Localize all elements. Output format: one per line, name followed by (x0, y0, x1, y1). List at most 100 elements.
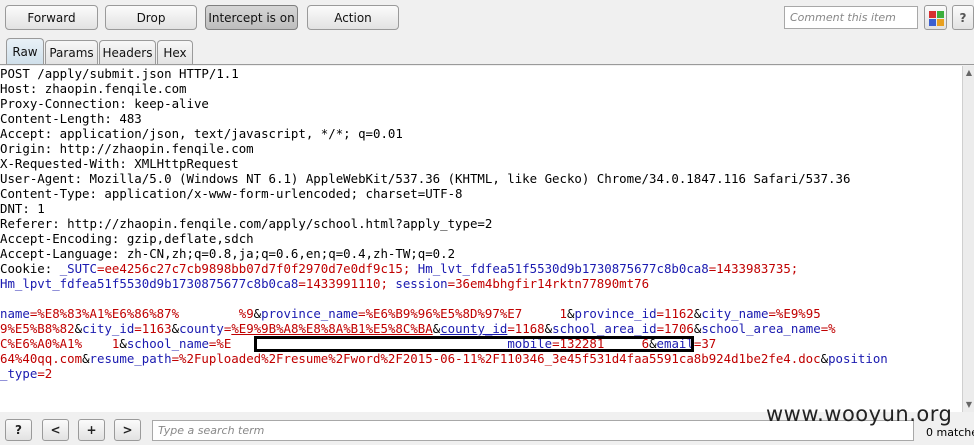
request-token: & (74, 321, 83, 336)
orange-swatch-icon (937, 19, 944, 26)
request-line: Accept: application/json, text/javascrip… (0, 126, 403, 141)
vertical-scrollbar[interactable]: ▲ ▼ (962, 66, 974, 412)
request-line: Origin: http://zhaopin.fenqile.com (0, 141, 254, 156)
request-token: =ee4256c27c7cb9898bb07d7f0f2970d7e0df9c1… (97, 261, 418, 276)
request-token: =%E6%B9%96%E5%8D%97%E7 (358, 306, 523, 321)
request-token: school_area_name (701, 321, 821, 336)
request-token: session (395, 276, 448, 291)
request-token: =36em4bhgfir14rktn77890mt76 (447, 276, 650, 291)
red-swatch-icon (929, 11, 936, 18)
request-line: Proxy-Connection: keep-alive (0, 96, 209, 111)
tab-raw[interactable]: Raw (6, 38, 44, 65)
scroll-down-icon[interactable]: ▼ (964, 400, 974, 410)
request-line: Cookie: _SUTC=ee4256c27c7cb9898bb07d7f0f… (0, 261, 798, 276)
request-line: _type=2 (0, 366, 52, 381)
request-token: county_id (440, 321, 508, 336)
request-line: 9%E5%B8%82&city_id=1163&county=%E9%9B%A8… (0, 321, 836, 336)
request-line: Host: zhaopin.fenqile.com (0, 81, 187, 96)
request-token: name (0, 306, 30, 321)
request-token: Hm_lpvt_fdfea51f5530d9b1730875677c8b0ca8 (0, 276, 299, 291)
request-token: =%E (208, 336, 232, 351)
highlight-color-button[interactable] (924, 5, 947, 30)
request-token: Cookie: (0, 261, 60, 276)
intercept-toggle-button[interactable]: Intercept is on (205, 5, 298, 30)
request-line: Accept-Encoding: gzip,deflate,sdch (0, 231, 254, 246)
request-token (522, 306, 559, 321)
blue-swatch-icon (929, 19, 936, 26)
watermark: www.wooyun.org (766, 402, 953, 426)
request-token: & (820, 351, 829, 366)
help-button[interactable]: ? (952, 5, 974, 30)
scroll-up-icon[interactable]: ▲ (964, 68, 974, 78)
tab-hex[interactable]: Hex (157, 40, 193, 64)
request-token: Origin: http://zhaopin.fenqile.com (0, 141, 254, 156)
forward-button[interactable]: Forward (5, 5, 98, 30)
request-token: school_name (126, 336, 209, 351)
request-token: & (253, 306, 262, 321)
request-token: POST /apply/submit.json HTTP/1.1 (0, 66, 239, 81)
proxy-toolbar: Forward Drop Intercept is on Action Comm… (0, 0, 974, 36)
request-token: 9%E5%B8%82 (0, 321, 75, 336)
request-line: X-Requested-With: XMLHttpRequest (0, 156, 239, 171)
request-line: User-Agent: Mozilla/5.0 (Windows NT 6.1)… (0, 171, 850, 186)
action-button[interactable]: Action (307, 5, 399, 30)
request-token: C%E6%A0%A1% (0, 336, 83, 351)
request-token: =1163 (134, 321, 172, 336)
request-token: province_id (574, 306, 657, 321)
request-token: 64%40qq.com (0, 351, 83, 366)
raw-request-editor[interactable]: POST /apply/submit.json HTTP/1.1 Host: zh… (0, 66, 962, 412)
request-token: =%E9%95 (768, 306, 821, 321)
request-token: =1433991110; (298, 276, 396, 291)
request-token: =1433983735; (708, 261, 799, 276)
search-help-button[interactable]: ? (5, 419, 32, 441)
request-line: 64%40qq.com&resume_path=%2Fuploaded%2Fre… (0, 351, 888, 366)
request-line: DNT: 1 (0, 201, 45, 216)
tab-headers[interactable]: Headers (99, 40, 156, 64)
request-token: & (119, 336, 127, 351)
redaction-box (254, 336, 694, 352)
search-add-button[interactable]: + (78, 419, 105, 441)
request-line: Content-Length: 483 (0, 111, 142, 126)
request-line: Accept-Language: zh-CN,zh;q=0.8,ja;q=0.6… (0, 246, 455, 261)
request-token (82, 336, 112, 351)
request-token: _type (0, 366, 38, 381)
request-token: User-Agent: Mozilla/5.0 (Windows NT 6.1)… (0, 171, 851, 186)
request-token: =1168 (507, 321, 545, 336)
request-token: 1 (559, 306, 568, 321)
request-token: Proxy-Connection: keep-alive (0, 96, 209, 111)
search-next-button[interactable]: > (114, 419, 141, 441)
message-tabs: Raw Params Headers Hex (0, 38, 974, 65)
request-line: Content-Type: application/x-www-form-url… (0, 186, 463, 201)
request-token: DNT: 1 (0, 201, 45, 216)
request-token: & (171, 321, 180, 336)
request-token: school_area_id (552, 321, 657, 336)
request-line: POST /apply/submit.json HTTP/1.1 (0, 66, 239, 81)
green-swatch-icon (937, 11, 944, 18)
request-line: Hm_lpvt_fdfea51f5530d9b1730875677c8b0ca8… (0, 276, 649, 291)
drop-button[interactable]: Drop (105, 5, 197, 30)
request-token: =%E8%83%A1%E6%86%87% (29, 306, 180, 321)
request-token: =1162 (656, 306, 694, 321)
comment-input[interactable]: Comment this item (784, 6, 918, 29)
request-token: Content-Length: 483 (0, 111, 142, 126)
request-token: Referer: http://zhaopin.fenqile.com/appl… (0, 216, 493, 231)
request-token: Host: zhaopin.fenqile.com (0, 81, 187, 96)
request-token: _SUTC (59, 261, 97, 276)
request-token: position (828, 351, 888, 366)
request-token (179, 306, 239, 321)
tab-params[interactable]: Params (45, 40, 98, 64)
request-token: %E9%9B%A8%E8%8A%B1%E5%8C%BA (231, 321, 433, 336)
request-token: province_name (261, 306, 359, 321)
request-token: city_id (82, 321, 135, 336)
request-token: Hm_lvt_fdfea51f5530d9b1730875677c8b0ca8 (417, 261, 709, 276)
request-token: city_name (701, 306, 769, 321)
request-token: & (544, 321, 553, 336)
request-token: Accept-Encoding: gzip,deflate,sdch (0, 231, 254, 246)
request-token: Content-Type: application/x-www-form-url… (0, 186, 463, 201)
request-token: =% (820, 321, 836, 336)
request-token: Accept: application/json, text/javascrip… (0, 126, 403, 141)
tab-divider (0, 64, 974, 65)
search-prev-button[interactable]: < (42, 419, 69, 441)
request-line: Referer: http://zhaopin.fenqile.com/appl… (0, 216, 492, 231)
request-token: =37 (693, 336, 717, 351)
